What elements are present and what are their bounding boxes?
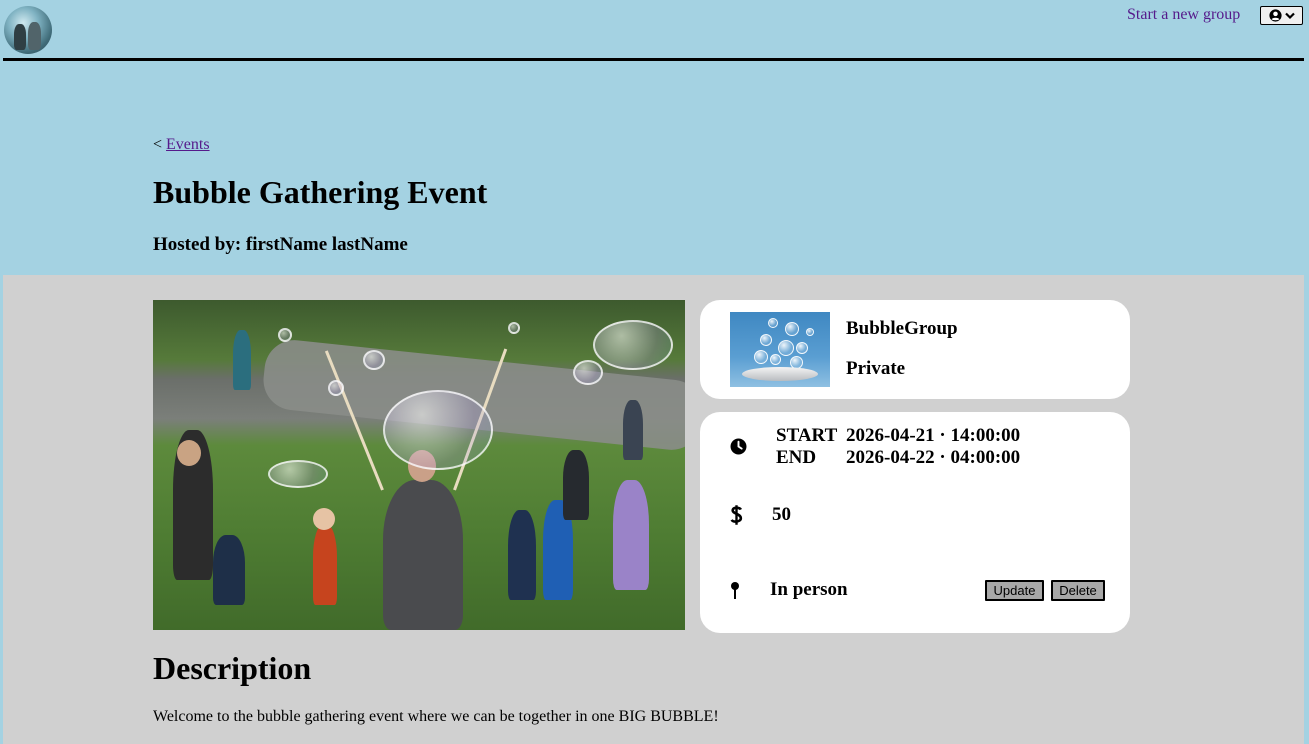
chevron-down-icon <box>1284 12 1295 20</box>
end-label: END <box>776 447 817 468</box>
pin-icon <box>730 581 740 605</box>
update-button[interactable]: Update <box>985 580 1044 601</box>
end-value: 2026-04-22 · 04:00:00 <box>846 447 1021 468</box>
event-type: In person <box>770 579 848 600</box>
event-info-card: START 2026-04-21 · 14:00:00 END 2026-04-… <box>700 412 1130 633</box>
group-privacy: Private <box>846 358 906 379</box>
start-new-group-link[interactable]: Start a new group <box>1127 6 1240 24</box>
site-logo[interactable] <box>4 6 52 54</box>
breadcrumb-prefix: < <box>153 136 163 153</box>
description-heading: Description <box>153 650 312 686</box>
profile-menu-button[interactable] <box>1260 6 1303 25</box>
event-image <box>153 300 685 630</box>
clock-icon <box>730 438 747 460</box>
header-divider <box>3 58 1304 61</box>
dollar-icon <box>730 504 743 531</box>
delete-button[interactable]: Delete <box>1051 580 1105 601</box>
group-image <box>730 312 830 387</box>
event-price: 50 <box>772 504 791 525</box>
breadcrumb: < Events <box>153 136 210 154</box>
start-value: 2026-04-21 · 14:00:00 <box>846 425 1021 446</box>
event-title: Bubble Gathering Event <box>153 174 488 210</box>
breadcrumb-events-link[interactable]: Events <box>166 136 210 153</box>
top-navbar: Start a new group <box>0 0 1309 61</box>
description-text: Welcome to the bubble gathering event wh… <box>153 708 719 725</box>
start-label: START <box>776 425 838 446</box>
user-circle-icon <box>1268 9 1282 22</box>
group-name: BubbleGroup <box>846 318 958 339</box>
group-card[interactable]: BubbleGroup Private <box>700 300 1130 399</box>
event-host: Hosted by: firstName lastName <box>153 234 408 255</box>
